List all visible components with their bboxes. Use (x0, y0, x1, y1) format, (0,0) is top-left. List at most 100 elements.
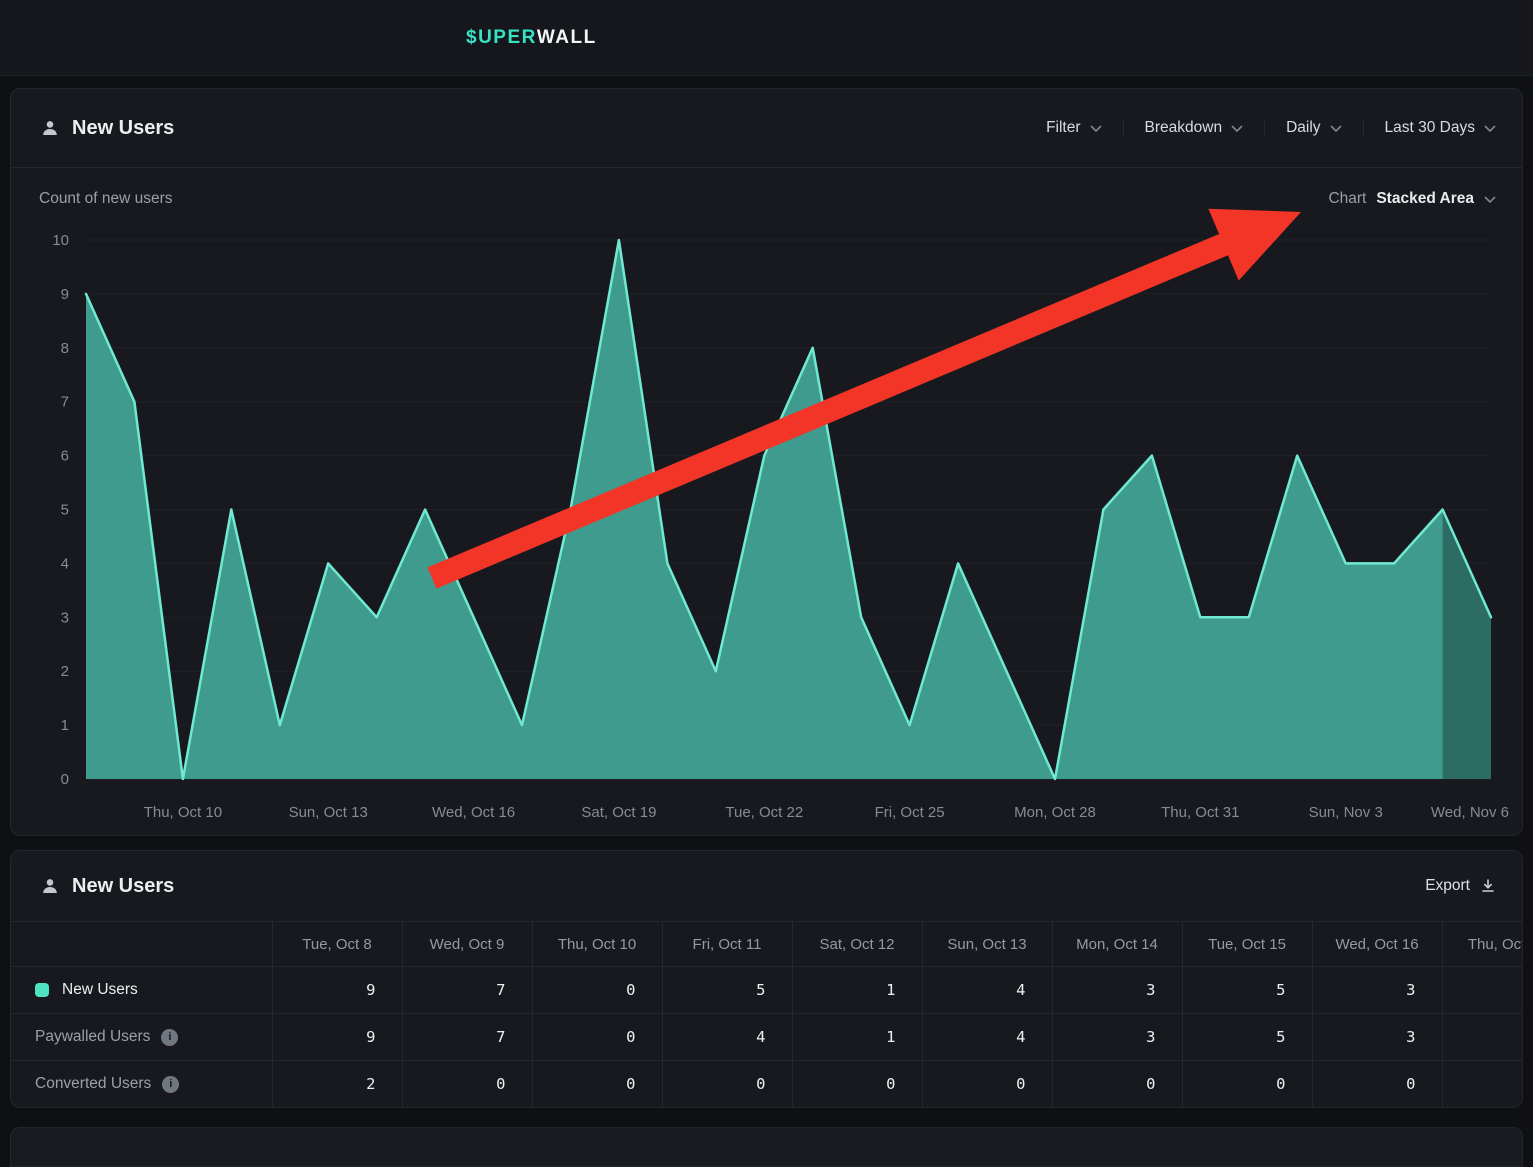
column-header: Mon, Oct 14 (1052, 922, 1182, 967)
dropdown-label: Last 30 Days (1385, 119, 1475, 137)
y-axis-label: 2 (61, 663, 69, 680)
column-header: Fri, Oct 11 (662, 922, 792, 967)
chevron-down-icon (1330, 125, 1342, 133)
series-color-swatch (35, 983, 49, 997)
daily-dropdown[interactable]: Daily (1264, 119, 1362, 137)
row-label-cell: New Users (11, 967, 272, 1014)
row-label: New Users (62, 981, 138, 999)
x-axis-label: Wed, Nov 6 (1431, 804, 1509, 819)
table-cell: 7 (402, 967, 532, 1014)
x-axis-label: Sun, Nov 3 (1309, 804, 1383, 819)
table-cell: 5 (662, 967, 792, 1014)
x-axis-label: Thu, Oct 31 (1161, 804, 1239, 819)
table-cell (1442, 967, 1523, 1014)
column-header: Tue, Oct 8 (272, 922, 402, 967)
last-30-days-dropdown[interactable]: Last 30 Days (1363, 119, 1496, 137)
dropdown-label: Daily (1286, 119, 1320, 137)
y-axis-label: 0 (61, 771, 69, 788)
dropdown-label: Filter (1046, 119, 1080, 137)
y-axis-label: 1 (61, 717, 69, 734)
row-label: Converted Users (35, 1075, 151, 1093)
next-panel-edge (10, 1127, 1523, 1167)
table-row: New Users970514353 (11, 967, 1523, 1014)
column-header: Wed, Oct 9 (402, 922, 532, 967)
table-cell: 0 (1052, 1061, 1182, 1108)
chevron-down-icon (1484, 125, 1496, 133)
export-button[interactable]: Export (1425, 877, 1496, 895)
chevron-down-icon (1231, 125, 1243, 133)
y-axis-label: 10 (52, 232, 69, 249)
y-axis-label: 6 (61, 448, 69, 465)
table-cell: 1 (792, 1014, 922, 1061)
row-label-cell: Paywalled Users i (11, 1014, 272, 1061)
table-cell: 3 (1052, 967, 1182, 1014)
table-cell: 2 (272, 1061, 402, 1108)
table-cell: 0 (662, 1061, 792, 1108)
table-row: Converted Usersi200000000 (11, 1061, 1523, 1108)
table-cell: 0 (922, 1061, 1052, 1108)
table-cell: 7 (402, 1014, 532, 1061)
chart-type-value: Stacked Area (1376, 190, 1474, 208)
chart-type-select[interactable]: Chart Stacked Area (1328, 190, 1496, 208)
info-icon[interactable]: i (162, 1076, 179, 1093)
row-label: Paywalled Users (35, 1028, 150, 1046)
new-users-data-table: Tue, Oct 8Wed, Oct 9Thu, Oct 10Fri, Oct … (11, 921, 1523, 1108)
filter-dropdown[interactable]: Filter (1025, 119, 1122, 137)
top-bar: $UPERWALL (0, 0, 1533, 76)
table-cell: 0 (532, 967, 662, 1014)
table-cell: 5 (1182, 967, 1312, 1014)
table-cell: 0 (1182, 1061, 1312, 1108)
chart-panel-title-group: New Users (41, 117, 174, 140)
table-cell: 3 (1312, 1014, 1442, 1061)
column-header: Sun, Oct 13 (922, 922, 1052, 967)
chart-type-label: Chart (1328, 190, 1366, 208)
table-cell: 4 (922, 1014, 1052, 1061)
column-header: Thu, Oct 10 (532, 922, 662, 967)
table-cell: 0 (792, 1061, 922, 1108)
info-icon[interactable]: i (161, 1029, 178, 1046)
table-panel-title-group: New Users (41, 875, 174, 898)
x-axis-label: Thu, Oct 10 (144, 804, 222, 819)
table-cell: 5 (1182, 1014, 1312, 1061)
chart-sub-row: Count of new users Chart Stacked Area (11, 168, 1522, 208)
table-cell (1442, 1014, 1523, 1061)
chart-subtitle: Count of new users (39, 190, 173, 208)
column-header: Wed, Oct 16 (1312, 922, 1442, 967)
superwall-logo: $UPERWALL (466, 0, 597, 75)
table-cell: 0 (1312, 1061, 1442, 1108)
x-axis-label: Mon, Oct 28 (1014, 804, 1096, 819)
column-header: Thu, Oct 17 (1442, 922, 1523, 967)
chevron-down-icon (1484, 196, 1496, 204)
table-cell: 1 (792, 967, 922, 1014)
table-cell: 9 (272, 967, 402, 1014)
column-header: Tue, Oct 15 (1182, 922, 1312, 967)
logo-suffix: WALL (537, 27, 597, 49)
table-cell: 0 (532, 1061, 662, 1108)
user-icon (41, 877, 59, 895)
panel-title: New Users (72, 875, 174, 898)
table-corner-cell (11, 922, 272, 967)
table-cell: 4 (662, 1014, 792, 1061)
chart-controls: Filter Breakdown Daily Last 30 Days (1025, 119, 1496, 137)
x-axis-label: Sun, Oct 13 (289, 804, 368, 819)
download-icon (1480, 878, 1496, 894)
chart-panel-header: New Users Filter Breakdown Daily Last 30 Da… (11, 89, 1522, 168)
x-axis-label: Fri, Oct 25 (875, 804, 945, 819)
x-axis-label: Wed, Oct 16 (432, 804, 515, 819)
x-axis-label: Tue, Oct 22 (725, 804, 803, 819)
breakdown-dropdown[interactable]: Breakdown (1123, 119, 1265, 137)
y-axis-label: 7 (61, 394, 69, 411)
table-cell: 4 (922, 967, 1052, 1014)
table-cell: 9 (272, 1014, 402, 1061)
dropdown-label: Breakdown (1145, 119, 1223, 137)
row-label-cell: Converted Users i (11, 1061, 272, 1108)
table-cell: 3 (1312, 967, 1442, 1014)
y-axis-label: 4 (61, 555, 69, 572)
partial-day-overlay (1443, 510, 1491, 780)
logo-prefix: $UPER (466, 27, 537, 49)
y-axis-label: 9 (61, 286, 69, 303)
x-axis-label: Sat, Oct 19 (581, 804, 656, 819)
y-axis-label: 3 (61, 609, 69, 626)
panel-title: New Users (72, 117, 174, 140)
y-axis-label: 8 (61, 340, 69, 357)
